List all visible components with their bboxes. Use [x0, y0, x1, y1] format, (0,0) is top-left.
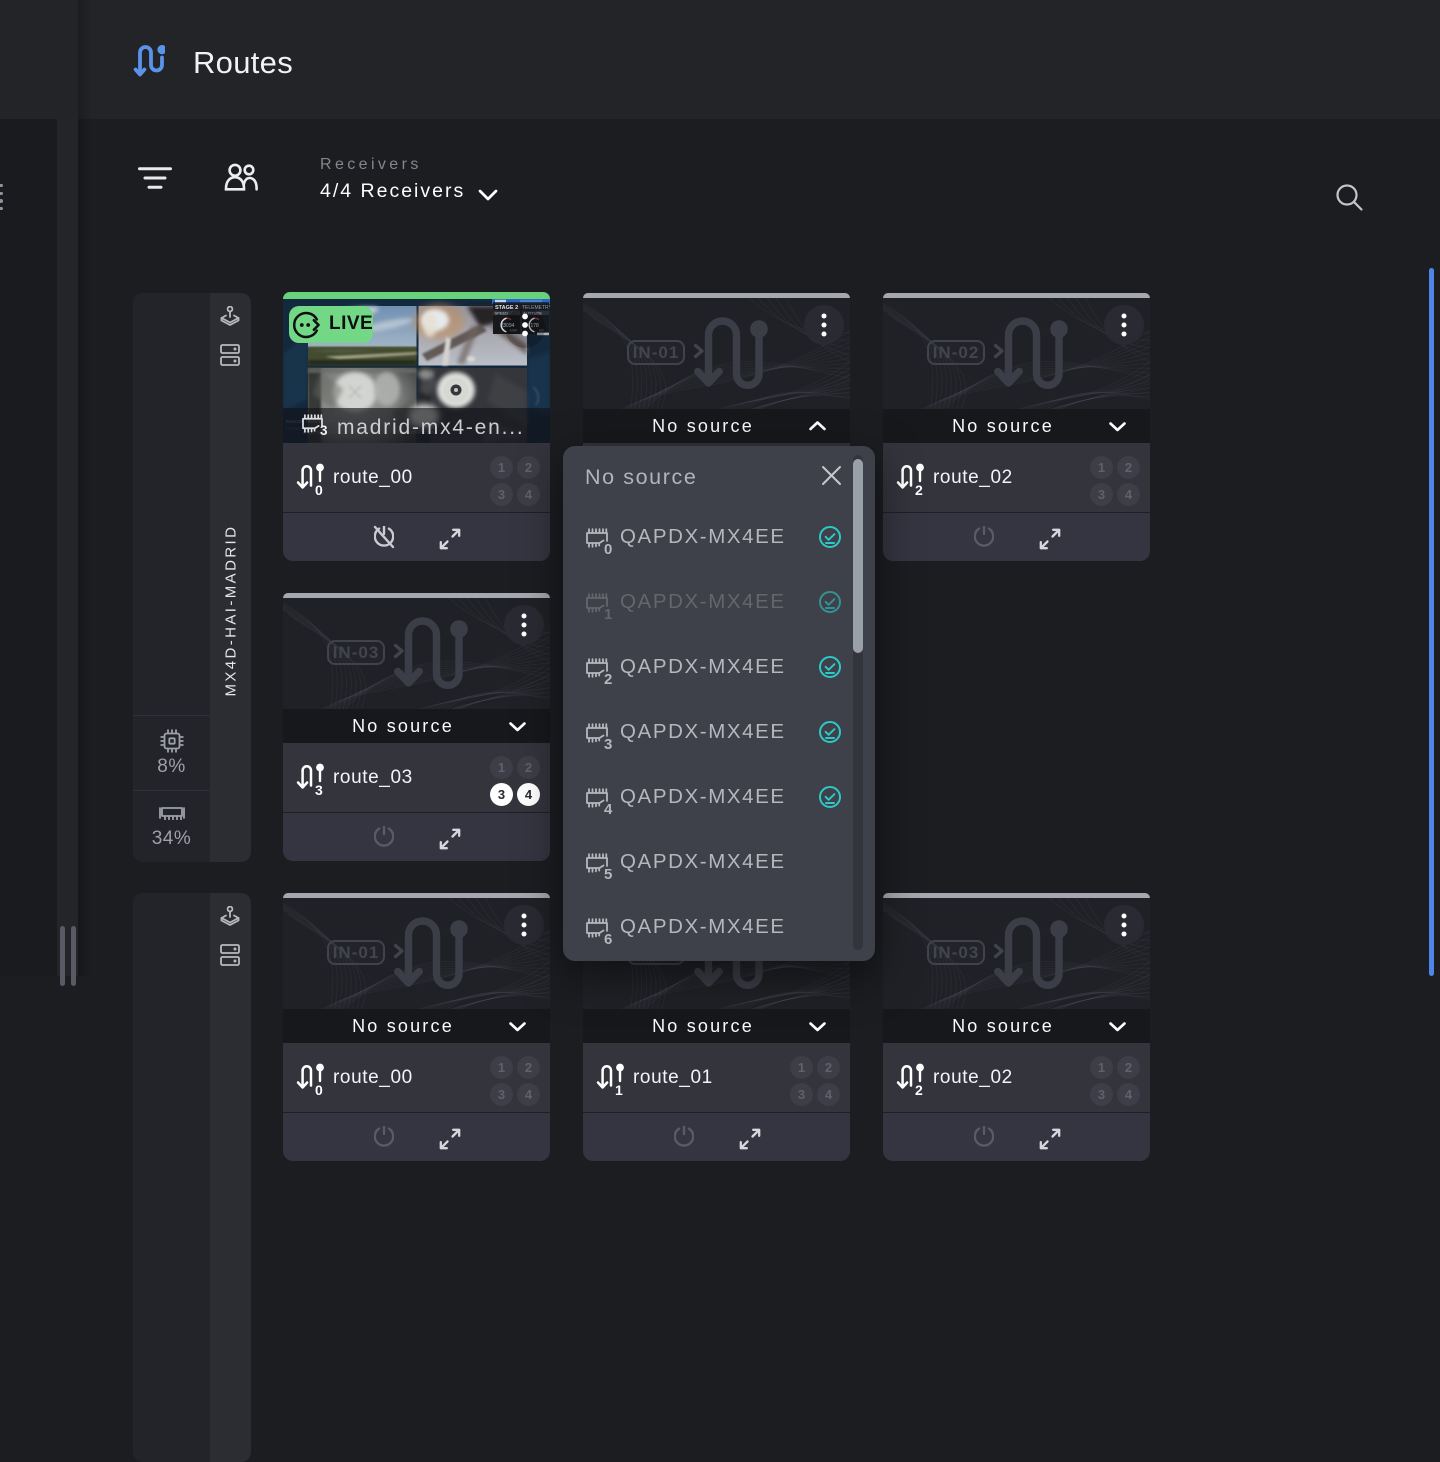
svg-text:SPEED: SPEED — [495, 310, 509, 315]
